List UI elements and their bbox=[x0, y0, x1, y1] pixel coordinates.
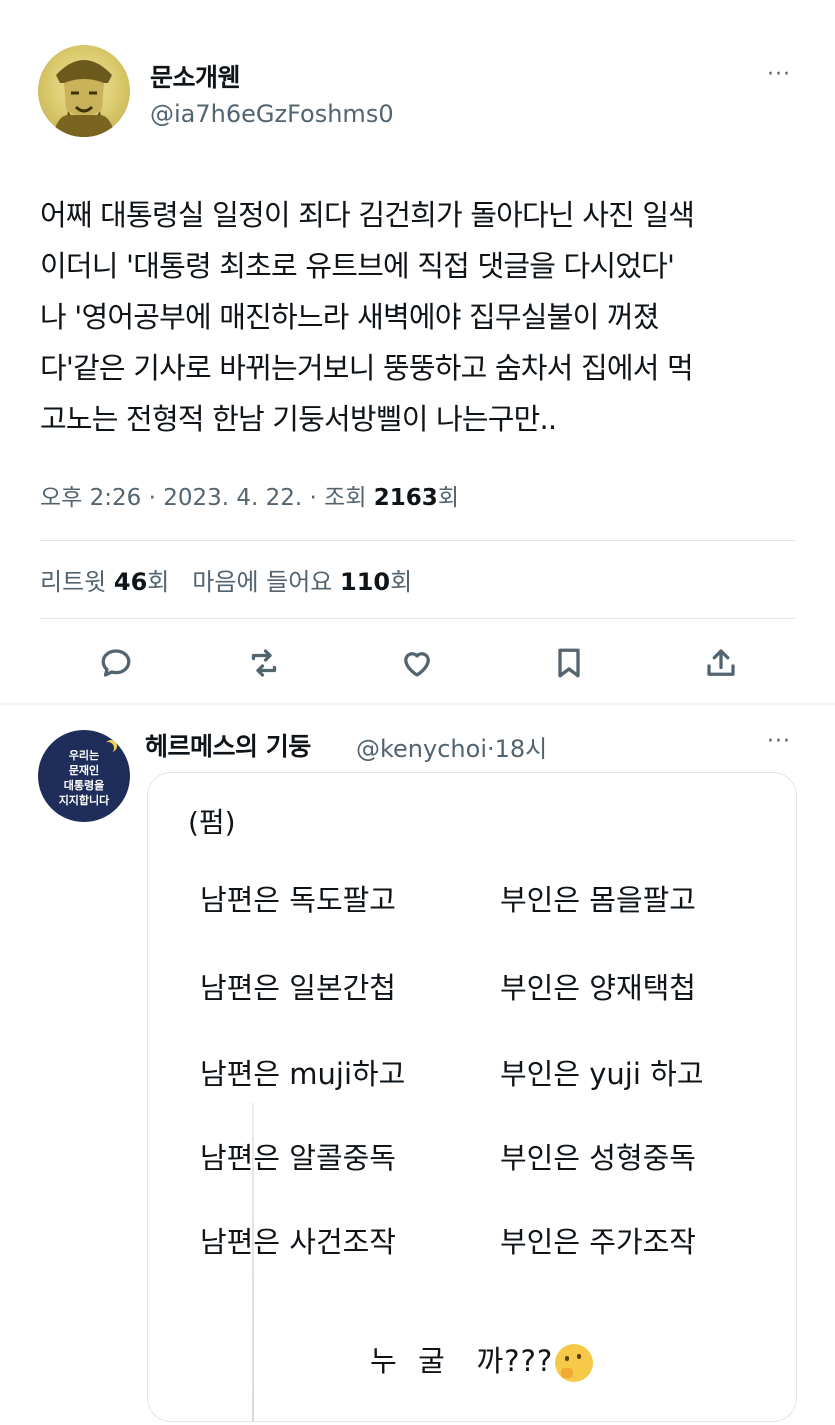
tweet-date[interactable]: 2023. 4. 22. bbox=[163, 485, 302, 511]
tweet-text-line: 고노는 전형적 한남 기둥서방삘이 나는구만.. bbox=[40, 402, 557, 436]
avatar-text-line: 지지합니다 bbox=[58, 794, 110, 807]
image-card[interactable]: (펌) 남편은 독도팔고 부인은 몸을팔고 남편은 일본간첩 부인은 양재택첩 … bbox=[147, 772, 797, 1422]
tweet-text-line: 다'같은 기사로 바뀌는거보니 뚱뚱하고 숨차서 집에서 먹 bbox=[40, 351, 694, 385]
poem-row: 남편은 사건조작 부인은 주가조작 bbox=[200, 1219, 760, 1259]
poem-right: 부인은 주가조작 bbox=[500, 1225, 696, 1259]
like-button[interactable] bbox=[396, 642, 438, 684]
bookmark-button[interactable] bbox=[548, 642, 590, 684]
reply-button[interactable] bbox=[95, 642, 137, 684]
poem-row: 남편은 독도팔고 부인은 몸을팔고 bbox=[200, 877, 760, 917]
divider bbox=[40, 618, 795, 619]
retweets-count: 46 bbox=[113, 568, 148, 596]
retweets-stat[interactable]: 리트윗 46회 bbox=[40, 568, 169, 596]
punchline: 누 굴 까??? bbox=[370, 1338, 594, 1382]
poem-left: 남편은 사건조작 bbox=[200, 1225, 396, 1259]
thinking-face-icon bbox=[555, 1344, 594, 1382]
tweet-text-line: 어째 대통령실 일정이 죄다 김건희가 돌아다닌 사진 일색 bbox=[40, 198, 695, 232]
action-bar bbox=[95, 642, 745, 686]
poem-row: 남편은 muji하고 부인은 yuji 하고 bbox=[200, 1051, 760, 1091]
avatar-text-line: 대통령을 bbox=[63, 779, 105, 792]
display-name[interactable]: 문소개웬 bbox=[150, 58, 241, 94]
retweets-suffix: 회 bbox=[147, 568, 170, 596]
poem-row: 남편은 알콜중독 부인은 성형중독 bbox=[200, 1135, 760, 1175]
reply-tweet: 우리는 문재인 대통령을 지지합니다 헤르메스의 기둥 @kenychoi·18… bbox=[0, 705, 835, 1425]
tweet-time[interactable]: 오후 2:26 bbox=[40, 485, 141, 511]
likes-stat[interactable]: 마음에 들어요 110회 bbox=[192, 568, 412, 596]
like-icon bbox=[404, 652, 430, 677]
display-name[interactable]: 헤르메스의 기둥 bbox=[145, 727, 311, 763]
poem-right: 부인은 양재택첩 bbox=[500, 971, 696, 1005]
tweet-time[interactable]: 18시 bbox=[495, 735, 548, 763]
avatar-text-line: 우리는 bbox=[68, 749, 100, 762]
likes-suffix: 회 bbox=[390, 568, 413, 596]
avatar-text: 우리는 문재인 대통령을 지지합니다 bbox=[38, 748, 130, 808]
avatar[interactable] bbox=[38, 45, 130, 137]
reply-icon bbox=[101, 649, 131, 677]
views-suffix: 회 bbox=[437, 485, 459, 511]
more-options-icon[interactable]: ··· bbox=[763, 727, 795, 755]
poem-right: 부인은 성형중독 bbox=[500, 1141, 696, 1175]
reply-handle-line: @kenychoi·18시 bbox=[356, 735, 548, 763]
engagement-stats: 리트윗 46회 마음에 들어요 110회 bbox=[40, 562, 412, 597]
poem-left: 남편은 일본간첩 bbox=[200, 971, 396, 1005]
avatar-portrait-icon bbox=[52, 60, 116, 137]
poem-row: 남편은 일본간첩 부인은 양재택첩 bbox=[200, 965, 760, 1005]
bookmark-icon bbox=[558, 648, 580, 678]
retweet-icon bbox=[251, 649, 277, 677]
share-icon bbox=[707, 649, 735, 676]
retweets-label: 리트윗 bbox=[40, 568, 107, 596]
poem-right: 부인은 몸을팔고 bbox=[500, 883, 696, 917]
tweet-text-line: 이더니 '대통령 최초로 유트브에 직접 댓글을 다시었다' bbox=[40, 249, 675, 283]
views-count: 2163 bbox=[373, 485, 438, 511]
poem-left: 남편은 알콜중독 bbox=[200, 1141, 396, 1175]
poem-left: 남편은 muji하고 bbox=[200, 1057, 406, 1091]
user-handle[interactable]: @kenychoi bbox=[356, 735, 487, 763]
punchline-text: 누 굴 까??? bbox=[370, 1344, 554, 1378]
poem-left: 남편은 독도팔고 bbox=[200, 883, 396, 917]
divider bbox=[40, 540, 795, 541]
user-handle[interactable]: @ia7h6eGzFoshms0 bbox=[150, 100, 394, 128]
tweet-meta: 오후 2:26 · 2023. 4. 22. · 조회 2163회 bbox=[40, 485, 459, 511]
main-tweet: 문소개웬 @ia7h6eGzFoshms0 ··· 어째 대통령실 일정이 죄다… bbox=[0, 0, 835, 703]
avatar-text-line: 문재인 bbox=[68, 764, 100, 777]
share-button[interactable] bbox=[700, 642, 742, 684]
views-label: 조회 bbox=[324, 485, 367, 511]
likes-label: 마음에 들어요 bbox=[192, 568, 333, 596]
likes-count: 110 bbox=[340, 568, 391, 596]
more-options-icon[interactable]: ··· bbox=[763, 60, 795, 88]
tweet-text: 어째 대통령실 일정이 죄다 김건희가 돌아다닌 사진 일색 이더니 '대통령 … bbox=[40, 190, 805, 445]
tweet-text-line: 나 '영어공부에 매진하느라 새벽에야 집무실불이 꺼졌 bbox=[40, 300, 659, 334]
avatar[interactable]: 우리는 문재인 대통령을 지지합니다 bbox=[38, 730, 130, 822]
card-header: (펌) bbox=[188, 806, 236, 839]
retweet-button[interactable] bbox=[243, 642, 285, 684]
poem-right: 부인은 yuji 하고 bbox=[500, 1057, 704, 1091]
